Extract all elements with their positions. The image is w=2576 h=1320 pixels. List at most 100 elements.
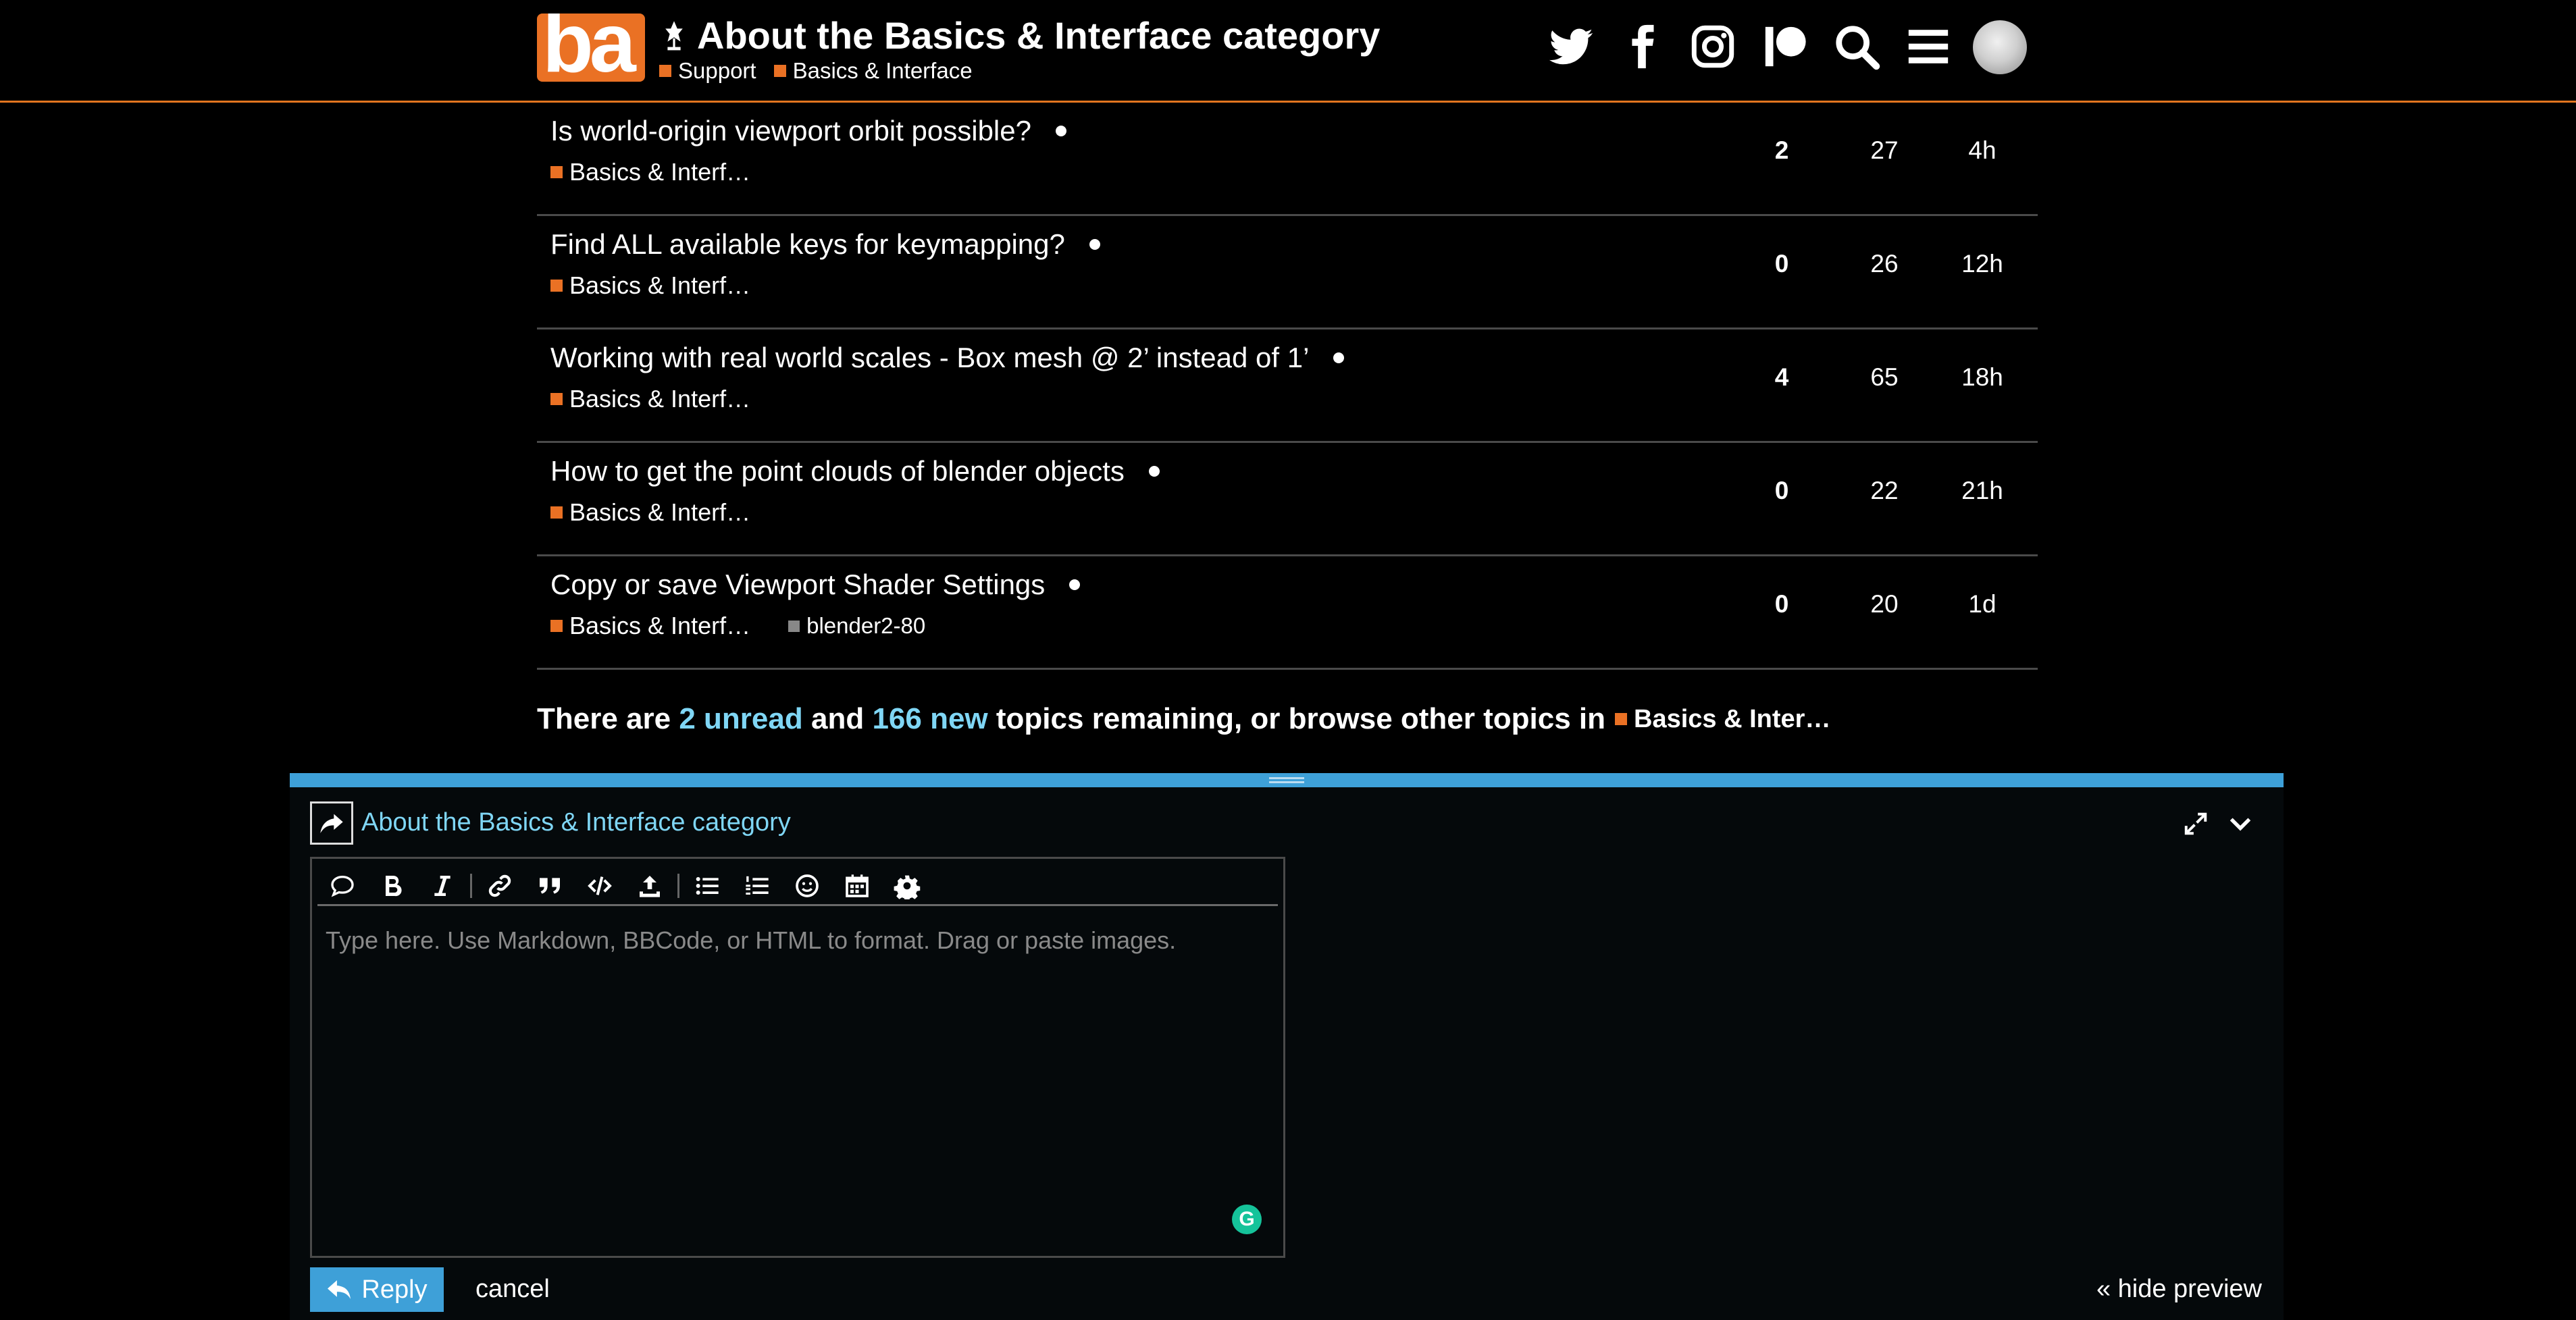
table-row: Copy or save Viewport Shader Settings Ba… xyxy=(537,556,2038,670)
reply-arrow-icon xyxy=(328,1280,351,1299)
page-title[interactable]: About the Basics & Interface category xyxy=(697,14,1380,57)
bold-icon[interactable] xyxy=(367,867,417,905)
category-label: Basics & Inter… xyxy=(1634,704,1831,733)
quote-icon[interactable] xyxy=(317,867,367,905)
upload-icon[interactable] xyxy=(625,867,675,905)
topic-category[interactable]: Basics & Interf… xyxy=(550,498,750,527)
gear-icon[interactable] xyxy=(882,867,932,905)
code-icon[interactable] xyxy=(575,867,625,905)
twitter-icon[interactable] xyxy=(1547,22,1595,71)
remaining-suffix: topics remaining, or browse other topics… xyxy=(996,702,1606,735)
instagram-icon[interactable] xyxy=(1689,22,1737,71)
toolbar-divider xyxy=(470,873,472,898)
topic-title[interactable]: Working with real world scales - Box mes… xyxy=(550,342,1345,374)
topic-title-text: Find ALL available keys for keymapping? xyxy=(550,228,1065,260)
topic-title[interactable]: Copy or save Viewport Shader Settings xyxy=(550,569,1081,601)
chevron-down-icon[interactable] xyxy=(2223,807,2257,841)
topic-title[interactable]: Is world-origin viewport orbit possible? xyxy=(550,115,1066,147)
reply-composer: About the Basics & Interface category Ty… xyxy=(290,773,2284,1320)
topic-title[interactable]: Find ALL available keys for keymapping? xyxy=(550,228,1100,261)
topic-category[interactable]: Basics & Interf… xyxy=(550,271,750,300)
views-count: 26 xyxy=(1870,250,1899,278)
link-icon[interactable] xyxy=(475,867,525,905)
category-color-swatch xyxy=(550,280,563,292)
topic-category[interactable]: Basics & Interf… blender2-80 xyxy=(550,612,925,640)
italic-icon[interactable] xyxy=(417,867,467,905)
pin-icon xyxy=(665,21,683,51)
views-count: 27 xyxy=(1870,136,1899,164)
composer-editor: Type here. Use Markdown, BBCode, or HTML… xyxy=(310,857,1285,1258)
topics-remaining-notice: There are 2 unread and 166 new topics re… xyxy=(537,702,1830,736)
activity-time[interactable]: 21h xyxy=(1942,477,2023,505)
expand-icon[interactable] xyxy=(2179,807,2213,841)
blockquote-icon[interactable] xyxy=(525,867,575,905)
browse-category-link[interactable]: Basics & Inter… xyxy=(1615,705,1830,734)
unread-dot-icon xyxy=(1333,352,1345,363)
reply-action-icon[interactable] xyxy=(310,801,353,845)
category-color-swatch xyxy=(550,166,563,178)
grammarly-icon[interactable]: G xyxy=(1232,1205,1262,1234)
unread-dot-icon xyxy=(1089,239,1100,250)
table-row: Find ALL available keys for keymapping? … xyxy=(537,216,2038,329)
category-color-swatch xyxy=(550,620,563,632)
table-row: Is world-origin viewport orbit possible?… xyxy=(537,103,2038,216)
category-label: Basics & Interf… xyxy=(569,158,751,186)
composer-resize-bar[interactable] xyxy=(290,773,2284,787)
views-count: 65 xyxy=(1870,363,1899,391)
reply-to-title[interactable]: About the Basics & Interface category xyxy=(361,808,791,837)
replies-count: 0 xyxy=(1774,477,1789,504)
topic-title-text: Working with real world scales - Box mes… xyxy=(550,342,1310,373)
category-color-swatch xyxy=(1615,713,1628,725)
bullet-list-icon[interactable] xyxy=(682,867,732,905)
category-label: Basics & Interf… xyxy=(569,271,751,299)
site-logo[interactable]: ba xyxy=(537,14,645,82)
patreon-icon[interactable] xyxy=(1761,22,1809,71)
reply-button[interactable]: Reply xyxy=(310,1267,444,1312)
activity-time[interactable]: 12h xyxy=(1942,250,2023,278)
toolbar-divider xyxy=(677,873,679,898)
topic-category[interactable]: Basics & Interf… xyxy=(550,385,750,413)
unread-dot-icon xyxy=(1148,466,1160,477)
activity-time[interactable]: 18h xyxy=(1942,363,2023,392)
logo-text: ba xyxy=(542,14,636,82)
breadcrumb-basics-interface[interactable]: Basics & Interface xyxy=(773,58,973,84)
table-row: How to get the point clouds of blender o… xyxy=(537,443,2038,556)
calendar-icon[interactable] xyxy=(832,867,882,905)
activity-time[interactable]: 4h xyxy=(1942,136,2023,165)
search-icon[interactable] xyxy=(1832,22,1881,71)
emoji-icon[interactable] xyxy=(782,867,832,905)
title-row: About the Basics & Interface category xyxy=(661,11,1380,59)
topic-title[interactable]: How to get the point clouds of blender o… xyxy=(550,455,1160,487)
reply-button-label: Reply xyxy=(361,1275,428,1304)
avatar[interactable] xyxy=(1973,20,2027,74)
site-header: ba About the Basics & Interface category… xyxy=(0,0,2576,103)
numbered-list-icon[interactable] xyxy=(732,867,782,905)
unread-link[interactable]: 2 unread xyxy=(679,702,802,736)
replies-count: 0 xyxy=(1774,590,1789,618)
topic-tag[interactable]: blender2-80 xyxy=(788,613,925,639)
hamburger-menu-icon[interactable] xyxy=(1904,22,1953,71)
cancel-button[interactable]: cancel xyxy=(475,1275,550,1304)
activity-time[interactable]: 1d xyxy=(1942,590,2023,618)
category-color-swatch xyxy=(550,506,563,519)
table-row: Working with real world scales - Box mes… xyxy=(537,329,2038,443)
breadcrumb-label: Support xyxy=(678,58,756,83)
category-color-swatch xyxy=(773,65,786,77)
category-label: Basics & Interf… xyxy=(569,385,751,413)
tag-label: blender2-80 xyxy=(806,613,926,638)
category-color-swatch xyxy=(550,393,563,405)
facebook-icon[interactable] xyxy=(1618,22,1666,71)
composer-input-placeholder[interactable]: Type here. Use Markdown, BBCode, or HTML… xyxy=(326,926,1176,955)
breadcrumb: Support Basics & Interface xyxy=(659,58,990,84)
category-label: Basics & Interf… xyxy=(569,498,751,526)
topic-category[interactable]: Basics & Interf… xyxy=(550,158,750,186)
grip-handle-icon[interactable] xyxy=(1269,777,1304,783)
tag-swatch xyxy=(788,620,800,632)
hide-preview-link[interactable]: « hide preview xyxy=(2096,1275,2262,1304)
new-link[interactable]: 166 new xyxy=(872,702,987,736)
editor-toolbar xyxy=(317,867,1278,906)
topic-title-text: Copy or save Viewport Shader Settings xyxy=(550,569,1046,600)
remaining-prefix: There are xyxy=(537,702,671,735)
breadcrumb-support[interactable]: Support xyxy=(659,58,756,84)
topic-title-text: How to get the point clouds of blender o… xyxy=(550,455,1125,487)
